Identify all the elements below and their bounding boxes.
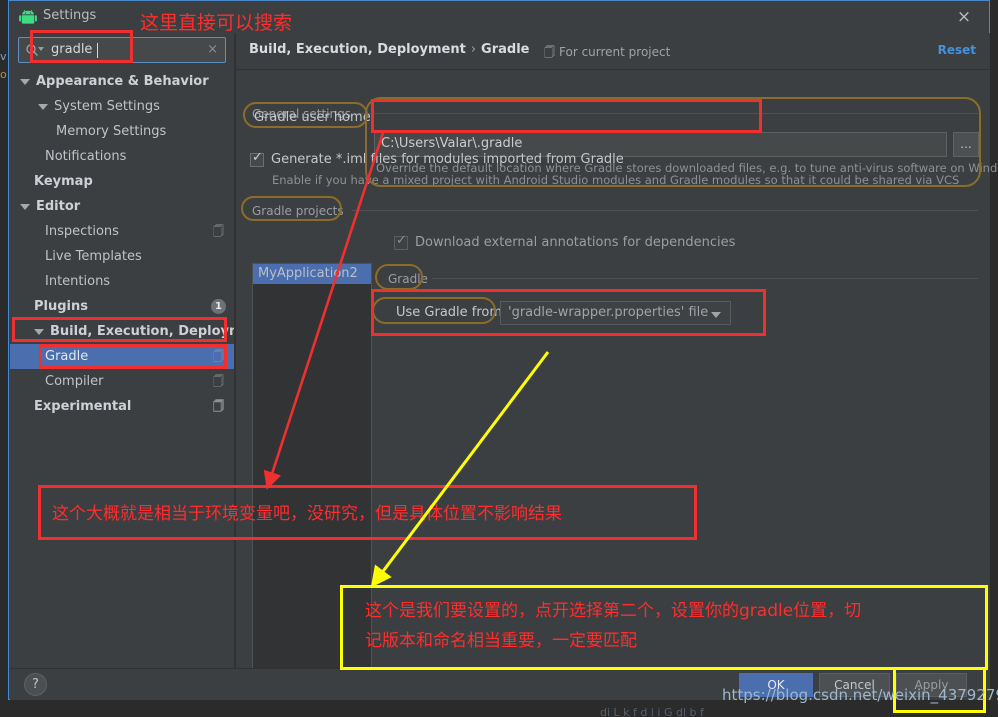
scope-label: For current project: [559, 45, 671, 59]
sidebar-item-gradle[interactable]: Gradle 🗍: [10, 344, 234, 369]
search-history-chevron-icon[interactable]: [38, 47, 44, 51]
screen: di L k f d l i G dl b f v o Settings × g…: [0, 0, 998, 717]
annotation-yellow-note-line2: 记版本和命名相当重要，一定要匹配: [365, 631, 637, 651]
breadcrumb-current: Gradle: [481, 42, 530, 57]
background-text-bottom: di L k f d l i G dl b f: [600, 706, 704, 717]
settings-detail-pane: Build, Execution, Deployment › Gradle 🗍 For…: [236, 33, 998, 688]
gradle-group-label: Gradle: [388, 272, 428, 286]
sidebar-item-build-execution-deployment[interactable]: Build, Execution, Deployment: [10, 319, 267, 344]
plugins-update-badge: 1: [211, 299, 226, 314]
generate-iml-checkbox[interactable]: ✓: [250, 150, 264, 167]
generate-iml-label: Generate *.iml files for modules importe…: [271, 152, 624, 167]
copy-icon: 🗍: [544, 46, 555, 59]
check-icon: ✓: [396, 233, 407, 248]
sidebar-item-label: System Settings: [54, 99, 160, 114]
sidebar-item-label: Appearance & Behavior: [36, 74, 209, 89]
clear-search-icon[interactable]: ×: [207, 42, 218, 57]
general-settings-rule: [354, 113, 978, 114]
watermark: https://blog.csdn.net/weixin_43792791: [722, 686, 998, 704]
annotation-box-red-note: 这个大概就是相当于环境变量吧，没研究，但是具体位置不影响结果: [38, 485, 697, 540]
help-button[interactable]: ?: [24, 673, 47, 696]
expand-triangle-icon[interactable]: [20, 79, 30, 85]
download-annotations-label: Download external annotations for depend…: [415, 235, 736, 250]
sidebar-item-label: Keymap: [34, 174, 93, 189]
header-divider: [236, 69, 990, 70]
sidebar-item-label: Experimental: [34, 399, 132, 414]
sidebar-item-label: Compiler: [45, 374, 104, 389]
sidebar-item-label: Inspections: [45, 224, 119, 239]
sidebar-item-memory-settings[interactable]: Memory Settings: [10, 119, 234, 144]
annotation-red-note-text: 这个大概就是相当于环境变量吧，没研究，但是具体位置不影响结果: [52, 504, 562, 524]
copy-icon: 🗍: [213, 400, 224, 413]
background-letter-o: o: [0, 68, 7, 81]
close-icon[interactable]: ×: [953, 7, 975, 27]
sidebar-item-label: Plugins: [34, 299, 88, 314]
search-icon: [26, 44, 38, 56]
sidebar-item-plugins[interactable]: Plugins 1: [10, 294, 234, 319]
sidebar-item-label: Live Templates: [45, 249, 142, 264]
search-value: gradle: [51, 42, 93, 57]
search-input[interactable]: gradle ×: [18, 37, 226, 63]
sidebar-item-inspections[interactable]: Inspections 🗍: [10, 219, 234, 244]
sidebar-item-live-templates[interactable]: Live Templates: [10, 244, 234, 269]
settings-sidebar: gradle × Appearance & Behavior System Set…: [10, 33, 267, 668]
use-gradle-from-dropdown[interactable]: 'gradle-wrapper.properties' file: [500, 301, 731, 325]
gradle-user-home-label: Gradle user home:: [254, 110, 376, 125]
sidebar-item-label: Gradle: [45, 349, 89, 364]
gradle-group-rule: [432, 278, 978, 279]
copy-icon: 🗍: [213, 350, 224, 363]
gradle-projects-label: Gradle projects: [252, 204, 344, 218]
sidebar-item-intentions[interactable]: Intentions: [10, 269, 234, 294]
annotation-box-yellow-note: 这个是我们要设置的，点开选择第二个，设置你的gradle位置，切 记版本和命名相…: [340, 585, 988, 670]
use-gradle-from-value: 'gradle-wrapper.properties' file: [508, 305, 709, 320]
expand-triangle-icon[interactable]: [20, 204, 30, 210]
expand-triangle-icon[interactable]: [34, 329, 44, 335]
chevron-down-icon[interactable]: [711, 312, 721, 318]
browse-button[interactable]: ...: [953, 132, 979, 157]
annotation-yellow-note-line1: 这个是我们要设置的，点开选择第二个，设置你的gradle位置，切: [365, 601, 862, 621]
download-annotations-checkbox[interactable]: ✓: [394, 233, 408, 250]
text-caret: [97, 43, 98, 58]
list-item[interactable]: MyApplication2: [253, 264, 371, 284]
copy-icon: 🗍: [213, 225, 224, 238]
breadcrumb: Build, Execution, Deployment › Gradle: [249, 42, 529, 57]
breadcrumb-parent[interactable]: Build, Execution, Deployment: [249, 42, 466, 57]
breadcrumb-separator: ›: [470, 42, 477, 57]
android-robot-icon: [19, 9, 37, 24]
sidebar-item-label: Editor: [36, 199, 81, 214]
window-title: Settings: [43, 8, 97, 23]
use-gradle-from-label: Use Gradle from:: [396, 305, 507, 320]
sidebar-item-label: Notifications: [45, 149, 127, 164]
sidebar-item-label: Memory Settings: [56, 124, 167, 139]
sidebar-item-experimental[interactable]: Experimental 🗍: [10, 394, 234, 419]
scope-indicator: 🗍 For current project: [544, 44, 670, 63]
sidebar-item-keymap[interactable]: Keymap: [10, 169, 234, 194]
gradle-user-home-value: C:\Users\Valar\.gradle: [381, 136, 523, 151]
reset-link[interactable]: Reset: [938, 43, 976, 57]
settings-tree: Appearance & Behavior System Settings Memo…: [10, 69, 267, 419]
check-icon: ✓: [252, 150, 263, 165]
sidebar-item-label: Intentions: [45, 274, 111, 289]
background-letter-v: v: [0, 50, 7, 63]
sidebar-item-appearance-behavior[interactable]: Appearance & Behavior: [10, 69, 234, 94]
sidebar-item-system-settings[interactable]: System Settings: [10, 94, 234, 119]
sidebar-item-compiler[interactable]: Compiler 🗍: [10, 369, 234, 394]
annotation-top-note: 这里直接可以搜索: [140, 12, 293, 34]
generate-iml-hint: Enable if you have a mixed project with …: [272, 173, 960, 187]
copy-icon: 🗍: [213, 375, 224, 388]
sidebar-item-notifications[interactable]: Notifications: [10, 144, 234, 169]
sidebar-item-editor[interactable]: Editor: [10, 194, 234, 219]
gradle-projects-rule: [352, 210, 978, 211]
expand-triangle-icon[interactable]: [38, 104, 48, 110]
